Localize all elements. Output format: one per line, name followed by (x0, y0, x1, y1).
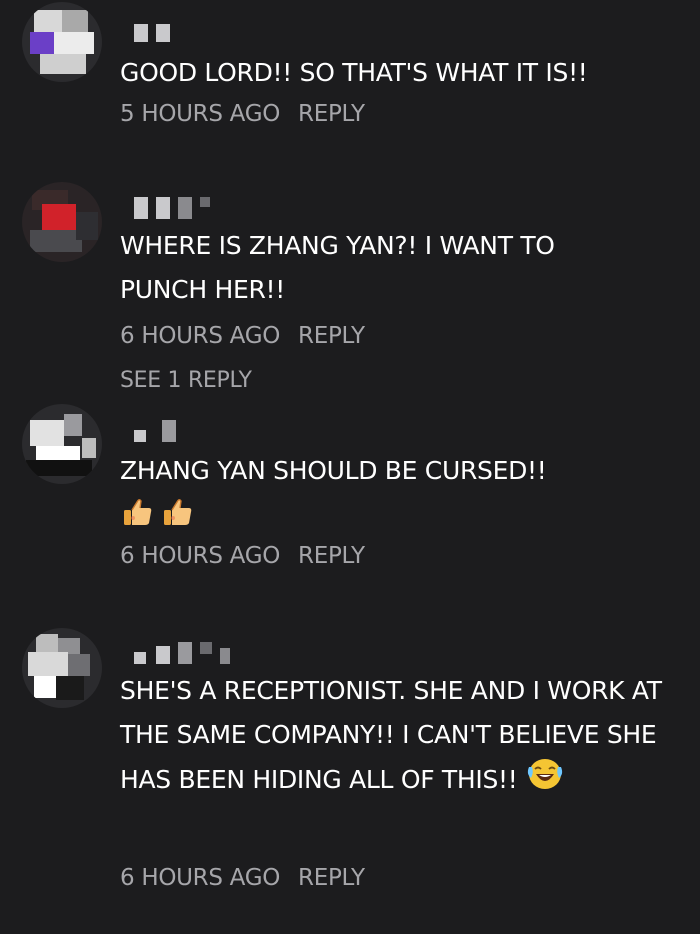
avatar[interactable] (22, 404, 102, 484)
reply-button[interactable]: REPLY (298, 543, 365, 569)
reply-button[interactable]: REPLY (298, 323, 365, 349)
avatar[interactable] (22, 628, 102, 708)
timestamp: 5 HOURS AGO (120, 101, 281, 127)
thumbs-up-icon (122, 496, 154, 528)
avatar[interactable] (22, 2, 102, 82)
avatar[interactable] (22, 182, 102, 262)
comment-text: WHERE IS ZHANG YAN?! I WANT TO PUNCH HER… (120, 231, 555, 304)
comment-meta: 5 HOURS AGO REPLY (120, 101, 365, 127)
thumbs-up-emoji-row (122, 496, 202, 530)
comment-meta: 6 HOURS AGO REPLY (120, 865, 365, 891)
comment-meta: 6 HOURS AGO REPLY (120, 323, 365, 349)
crying-laughing-face-icon (526, 757, 564, 805)
timestamp: 6 HOURS AGO (120, 323, 281, 349)
comment-text: GOOD LORD!! SO THAT'S WHAT IT IS!! (120, 58, 588, 87)
comment-text: ZHANG YAN SHOULD BE CURSED!! (120, 456, 547, 485)
reply-button[interactable]: REPLY (298, 865, 365, 891)
comment-meta: 6 HOURS AGO REPLY (120, 543, 365, 569)
comment-text: SHE'S A RECEPTIONIST. SHE AND I WORK AT … (120, 669, 700, 805)
timestamp: 6 HOURS AGO (120, 543, 281, 569)
timestamp: 6 HOURS AGO (120, 865, 281, 891)
see-replies-link[interactable]: SEE 1 REPLY (120, 368, 252, 393)
reply-button[interactable]: REPLY (298, 101, 365, 127)
thumbs-up-icon (162, 496, 194, 528)
